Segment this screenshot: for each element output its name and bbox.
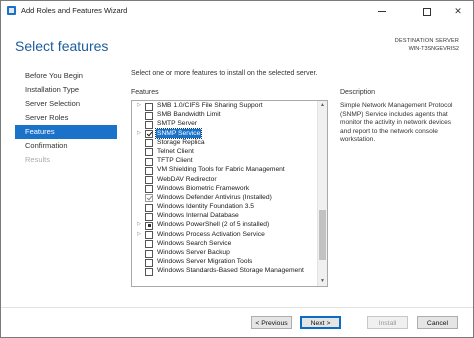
feature-row[interactable]: SMB Bandwidth Limit [132,110,316,120]
nav-item-server-selection[interactable]: Server Selection [15,97,117,111]
feature-row[interactable]: ▷ Windows PowerShell (2 of 5 installed) [132,220,316,230]
feature-row[interactable]: Windows Server Migration Tools [132,257,316,267]
title-bar: Add Roles and Features Wizard ✕ [1,1,473,21]
description-label: Description [340,89,376,96]
install-button[interactable]: Install [367,316,408,329]
expand-arrow-icon[interactable]: ▷ [136,129,142,138]
features-label: Features [131,89,159,96]
maximize-button[interactable] [412,1,442,21]
feature-label: Storage Replica [157,138,205,146]
feature-row[interactable]: Windows Standards-Based Storage Manageme… [132,266,316,276]
feature-label: Windows Process Activation Service [157,230,265,238]
features-scrollbar[interactable]: ▲ ▼ [317,101,327,286]
feature-label: WebDAV Redirector [157,175,217,183]
wizard-nav: Before You Begin Installation Type Server … [15,69,117,167]
feature-label: VM Shielding Tools for Fabric Management [157,166,285,174]
feature-label: Windows Internal Database [157,212,239,220]
maximize-icon [423,7,431,16]
expand-arrow-icon[interactable]: ▷ [136,230,142,239]
nav-item-installation-type[interactable]: Installation Type [15,83,117,97]
feature-label: Telnet Client [157,147,194,155]
feature-label: Windows Server Backup [157,249,230,256]
feature-label: SMTP Server [157,120,198,128]
instruction-text: Select one or more features to install o… [131,70,318,77]
close-icon: ✕ [454,6,462,16]
features-list[interactable]: ▷ SMB 1.0/CIFS File Sharing Support SMB Ba… [131,100,328,287]
description-text: Simple Network Management Protocol (SNMP… [340,102,453,144]
feature-row[interactable]: Storage Replica [132,138,316,148]
feature-label: Windows Server Migration Tools [157,258,253,266]
nav-item-confirmation[interactable]: Confirmation [15,139,117,153]
feature-label: Windows Search Service [157,239,232,247]
feature-label: Windows Identity Foundation 3.5 [157,203,255,211]
nav-item-results: Results [25,155,51,164]
minimize-icon [378,11,386,13]
previous-button[interactable]: < Previous [251,316,292,329]
footer-divider [1,307,473,308]
feature-label: TFTP Client [157,157,193,165]
feature-row[interactable]: ▷ Windows Process Activation Service [132,230,316,240]
feature-label: SMB Bandwidth Limit [157,111,221,119]
feature-row[interactable]: Windows Server Backup [132,248,316,258]
expand-arrow-icon[interactable]: ▷ [136,220,142,229]
feature-row[interactable]: WebDAV Redirector [132,175,316,184]
feature-label: SNMP Service [154,127,203,139]
feature-row[interactable]: ▷ SNMP Service [132,127,316,139]
feature-row[interactable]: Telnet Client [132,147,316,157]
features-list-items: ▷ SMB 1.0/CIFS File Sharing Support SMB Ba… [132,101,316,276]
feature-label: Windows Defender Antivirus (Installed) [157,193,272,201]
feature-label: Windows Biometric Framework [157,184,250,192]
close-button[interactable]: ✕ [443,1,473,21]
feature-row[interactable]: Windows Defender Antivirus (Installed) [132,193,316,203]
feature-row[interactable]: SMTP Server [132,119,316,129]
next-button[interactable]: Next > [300,316,341,329]
page-title: Select features [15,38,109,54]
nav-item-server-roles[interactable]: Server Roles [15,111,117,125]
feature-label: SMB 1.0/CIFS File Sharing Support [157,102,263,109]
feature-row[interactable]: Windows Biometric Framework [132,184,316,194]
scroll-down-icon[interactable]: ▼ [318,277,327,286]
feature-label: Windows Standards-Based Storage Manageme… [157,267,304,275]
window-title: Add Roles and Features Wizard [21,6,128,15]
feature-row[interactable]: Windows Search Service [132,239,316,249]
feature-row[interactable]: ▷ SMB 1.0/CIFS File Sharing Support [132,101,316,111]
nav-item-before-you-begin[interactable]: Before You Begin [15,69,117,83]
scroll-thumb[interactable] [319,210,326,260]
feature-row[interactable]: TFTP Client [132,156,316,166]
server-manager-icon [7,6,16,15]
minimize-button[interactable] [367,1,397,21]
nav-item-features[interactable]: Features [15,125,117,139]
feature-row[interactable]: VM Shielding Tools for Fabric Management [132,165,316,175]
destination-server-label: DESTINATION SERVER [394,38,459,44]
wizard-window: Add Roles and Features Wizard ✕ Select f… [0,0,474,338]
cancel-button[interactable]: Cancel [417,316,458,329]
feature-row[interactable]: Windows Identity Foundation 3.5 [132,202,316,212]
destination-server-name: WIN-T3SNGEVRIS2 [408,46,459,52]
feature-row[interactable]: Windows Internal Database [132,211,316,221]
scroll-up-icon[interactable]: ▲ [318,101,327,110]
expand-arrow-icon[interactable]: ▷ [136,101,142,110]
feature-label: Windows PowerShell (2 of 5 installed) [157,221,270,229]
feature-checkbox[interactable] [145,267,153,276]
